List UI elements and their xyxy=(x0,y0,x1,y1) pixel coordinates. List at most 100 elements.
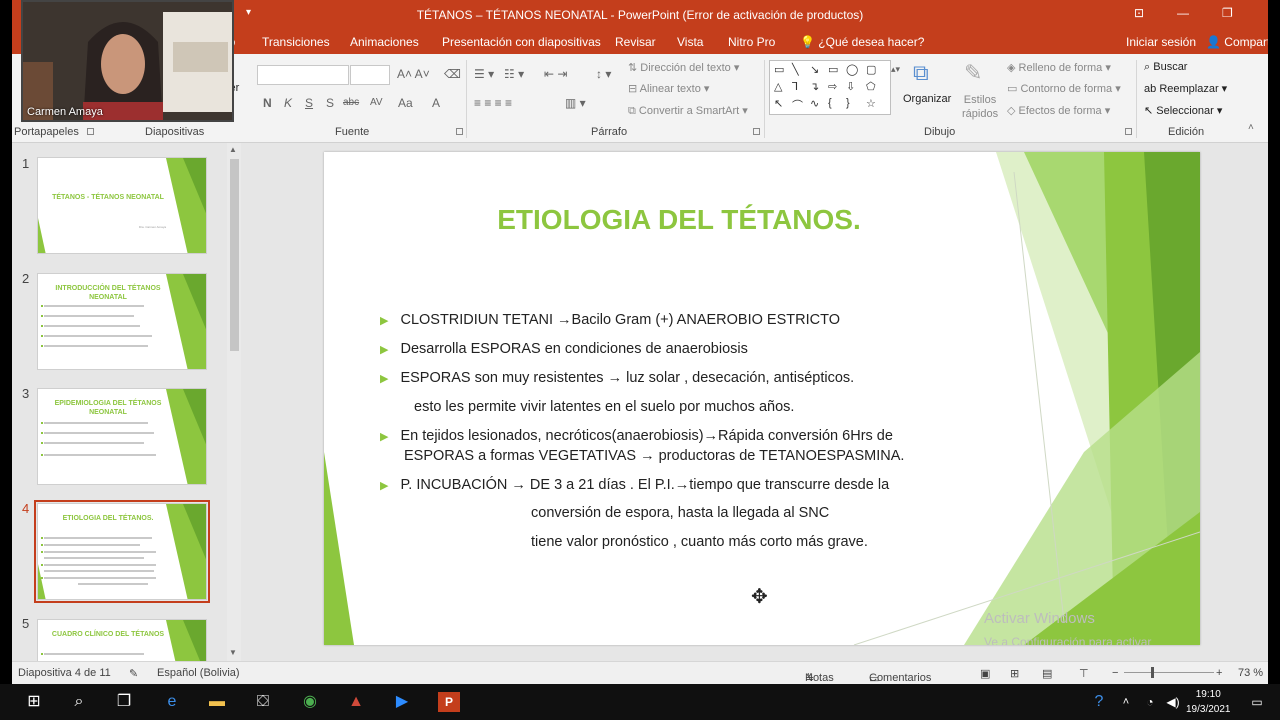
brace-left-shape-icon[interactable]: { xyxy=(828,97,832,109)
slide-thumbnail-4[interactable]: ETIOLOGIA DEL TÉTANOS. xyxy=(34,500,210,603)
font-name-box[interactable] xyxy=(257,65,349,85)
restore-icon[interactable]: ❐ xyxy=(1222,6,1233,20)
tab-view[interactable]: Vista xyxy=(677,35,703,49)
zoom-slider-handle[interactable] xyxy=(1151,667,1154,678)
quick-styles-icon[interactable]: ✎ xyxy=(964,60,982,86)
slideshow-icon[interactable]: ⊤ xyxy=(1079,667,1089,680)
text-direction-button[interactable]: ⇅ Dirección del texto ▾ xyxy=(628,61,739,74)
shape-fill-button[interactable]: ◈ Relleno de forma ▾ xyxy=(1007,61,1111,74)
minimize-icon[interactable]: — xyxy=(1177,6,1189,20)
scrollbar-thumb[interactable] xyxy=(230,159,239,351)
curve-shape-icon[interactable]: ⌒ xyxy=(792,97,803,113)
file-explorer-icon[interactable]: ▬ xyxy=(207,692,227,712)
slide-sorter-icon[interactable]: ⊞ xyxy=(1010,667,1019,680)
textbox-shape-icon[interactable]: ▭ xyxy=(774,63,784,76)
star-shape-icon[interactable]: ☆ xyxy=(866,97,876,110)
arrange-icon[interactable]: ⧉ xyxy=(913,60,929,86)
zoom-slider-track[interactable] xyxy=(1124,672,1214,673)
strikethrough-icon[interactable]: abc xyxy=(343,97,359,108)
zoom-level[interactable]: 73 % xyxy=(1238,667,1263,679)
tab-review[interactable]: Revisar xyxy=(615,35,656,49)
connector-shape-icon[interactable]: ⅂ xyxy=(792,80,798,93)
volume-icon[interactable]: ◀) xyxy=(1163,692,1183,712)
zoom-out-icon[interactable]: − xyxy=(1112,667,1118,679)
select-button[interactable]: ↖ Seleccionar ▾ xyxy=(1144,104,1222,117)
font-color-icon[interactable]: A xyxy=(432,96,440,110)
reading-view-icon[interactable]: ▤ xyxy=(1042,667,1052,680)
network-icon[interactable]: ◔ xyxy=(1140,692,1160,712)
shadow-icon[interactable]: S xyxy=(326,96,334,110)
help-icon[interactable]: ? xyxy=(1089,692,1109,712)
drawing-dialog-launcher[interactable] xyxy=(1125,128,1132,135)
edge-browser-icon[interactable]: e xyxy=(162,692,182,712)
pdf-app-icon[interactable]: ▲ xyxy=(346,692,366,712)
bullets-icon[interactable]: ☰ ▾ xyxy=(474,67,494,81)
triangle-shape-icon[interactable]: △ xyxy=(774,80,782,93)
sign-in-link[interactable]: Iniciar sesión xyxy=(1126,35,1196,49)
thumbnails-scrollbar[interactable]: ▲ ▼ xyxy=(227,143,241,661)
find-button[interactable]: ⌕ Buscar xyxy=(1144,61,1187,74)
task-view-icon[interactable]: ❐ xyxy=(114,692,134,712)
collapse-ribbon-icon[interactable]: ˄ xyxy=(1248,122,1254,133)
change-case-icon[interactable]: Aa xyxy=(398,96,413,110)
arrange-button[interactable]: Organizar xyxy=(903,93,951,105)
bullet-continuation[interactable]: esto les permite vivir latentes en el su… xyxy=(414,399,794,415)
arrow-shape-icon[interactable]: ↘ xyxy=(810,63,819,76)
search-icon[interactable]: ⌕ xyxy=(69,692,89,712)
right-arrow-shape-icon[interactable]: ⇨ xyxy=(828,80,837,93)
slide-thumbnail-1[interactable]: TÉTANOS - TÉTANOS NEONATAL Dra. Carmen A… xyxy=(37,157,207,254)
elbow-shape-icon[interactable]: ↴ xyxy=(810,80,819,93)
bullet-continuation[interactable]: ESPORAS a formas VEGETATIVAS → productor… xyxy=(404,448,904,464)
store-icon[interactable]: ⛋ xyxy=(253,692,273,712)
windows-start-icon[interactable]: ⊞ xyxy=(24,692,44,712)
line-spacing-icon[interactable]: ↕ ▾ xyxy=(596,67,611,81)
columns-icon[interactable]: ▥ ▾ xyxy=(565,96,586,110)
font-size-box[interactable] xyxy=(350,65,390,85)
notifications-icon[interactable]: ▭ xyxy=(1247,692,1267,712)
slide-title[interactable]: ETIOLOGIA DEL TÉTANOS. xyxy=(414,204,944,236)
shape-outline-button[interactable]: ▭ Contorno de forma ▾ xyxy=(1007,82,1121,95)
gallery-more-icon[interactable]: ▴▾ xyxy=(891,64,900,75)
scroll-up-icon[interactable]: ▲ xyxy=(229,145,237,154)
normal-view-icon[interactable]: ▣ xyxy=(980,667,990,680)
line-shape-icon[interactable]: ╲ xyxy=(792,63,799,76)
pentagon-shape-icon[interactable]: ⬠ xyxy=(866,80,876,93)
bullet-item[interactable]: ▶ En tejidos lesionados, necróticos(anaer… xyxy=(380,428,893,444)
rounded-rect-shape-icon[interactable]: ▢ xyxy=(866,63,876,76)
bullet-item[interactable]: ▶ P. INCUBACIÓN → DE 3 a 21 días . El P.I… xyxy=(380,477,889,493)
zoom-app-icon[interactable]: ▶ xyxy=(392,692,412,712)
slide-thumbnail-2[interactable]: INTRODUCCIÓN DEL TÉTANOS NEONATAL xyxy=(37,273,207,370)
indent-icons[interactable]: ⇤ ⇥ xyxy=(544,67,567,81)
shapes-gallery[interactable]: ▭ ╲ ↘ ▭ ◯ ▢ △ ⅂ ↴ ⇨ ⇩ ⬠ ↖ ⌒ ∿ { } ☆ xyxy=(769,60,891,115)
current-slide[interactable]: ETIOLOGIA DEL TÉTANOS. ▶ CLOSTRIDIUN TETA… xyxy=(324,152,1200,645)
bullet-item[interactable]: ▶ Desarrolla ESPORAS en condiciones de an… xyxy=(380,341,748,357)
underline-icon[interactable]: S xyxy=(305,96,313,110)
tab-transitions[interactable]: Transiciones xyxy=(262,35,330,49)
chrome-icon[interactable]: ◉ xyxy=(300,692,320,712)
replace-button[interactable]: ab Reemplazar ▾ xyxy=(1144,82,1227,95)
bullet-item[interactable]: ▶ CLOSTRIDIUN TETANI →Bacilo Gram (+) ANA… xyxy=(380,312,840,328)
show-hidden-icons-icon[interactable]: ˄ xyxy=(1116,692,1136,712)
quick-styles-button[interactable]: Estilos rápidos xyxy=(962,93,998,121)
oval-shape-icon[interactable]: ◯ xyxy=(846,63,858,76)
tell-me-search[interactable]: 💡 ¿Qué desea hacer? xyxy=(800,35,924,49)
shape-effects-button[interactable]: ◇ Efectos de forma ▾ xyxy=(1007,104,1110,117)
spellcheck-icon[interactable]: ✎ xyxy=(129,667,138,680)
paragraph-dialog-launcher[interactable] xyxy=(753,128,760,135)
rectangle-shape-icon[interactable]: ▭ xyxy=(828,63,838,76)
taskbar-clock[interactable]: 19:10 19/3/2021 xyxy=(1186,687,1231,717)
powerpoint-icon[interactable]: P xyxy=(438,692,460,712)
ribbon-display-icon[interactable]: ⊡ xyxy=(1134,6,1144,20)
numbering-icon[interactable]: ☷ ▾ xyxy=(504,67,524,81)
char-spacing-icon[interactable]: AV xyxy=(370,97,383,108)
share-button[interactable]: 👤 Compartir xyxy=(1206,35,1268,49)
italic-icon[interactable]: K xyxy=(284,96,292,110)
brace-right-shape-icon[interactable]: } xyxy=(846,97,850,109)
tab-animations[interactable]: Animaciones xyxy=(350,35,419,49)
font-grow-icon[interactable]: A˄ A˅ xyxy=(397,67,430,81)
font-dialog-launcher[interactable] xyxy=(456,128,463,135)
freeform-shape-icon[interactable]: ∿ xyxy=(810,97,819,110)
clipboard-dialog-launcher[interactable] xyxy=(87,128,94,135)
smartart-button[interactable]: ⧉ Convertir a SmartArt ▾ xyxy=(628,104,748,118)
scroll-down-icon[interactable]: ▼ xyxy=(229,648,237,657)
